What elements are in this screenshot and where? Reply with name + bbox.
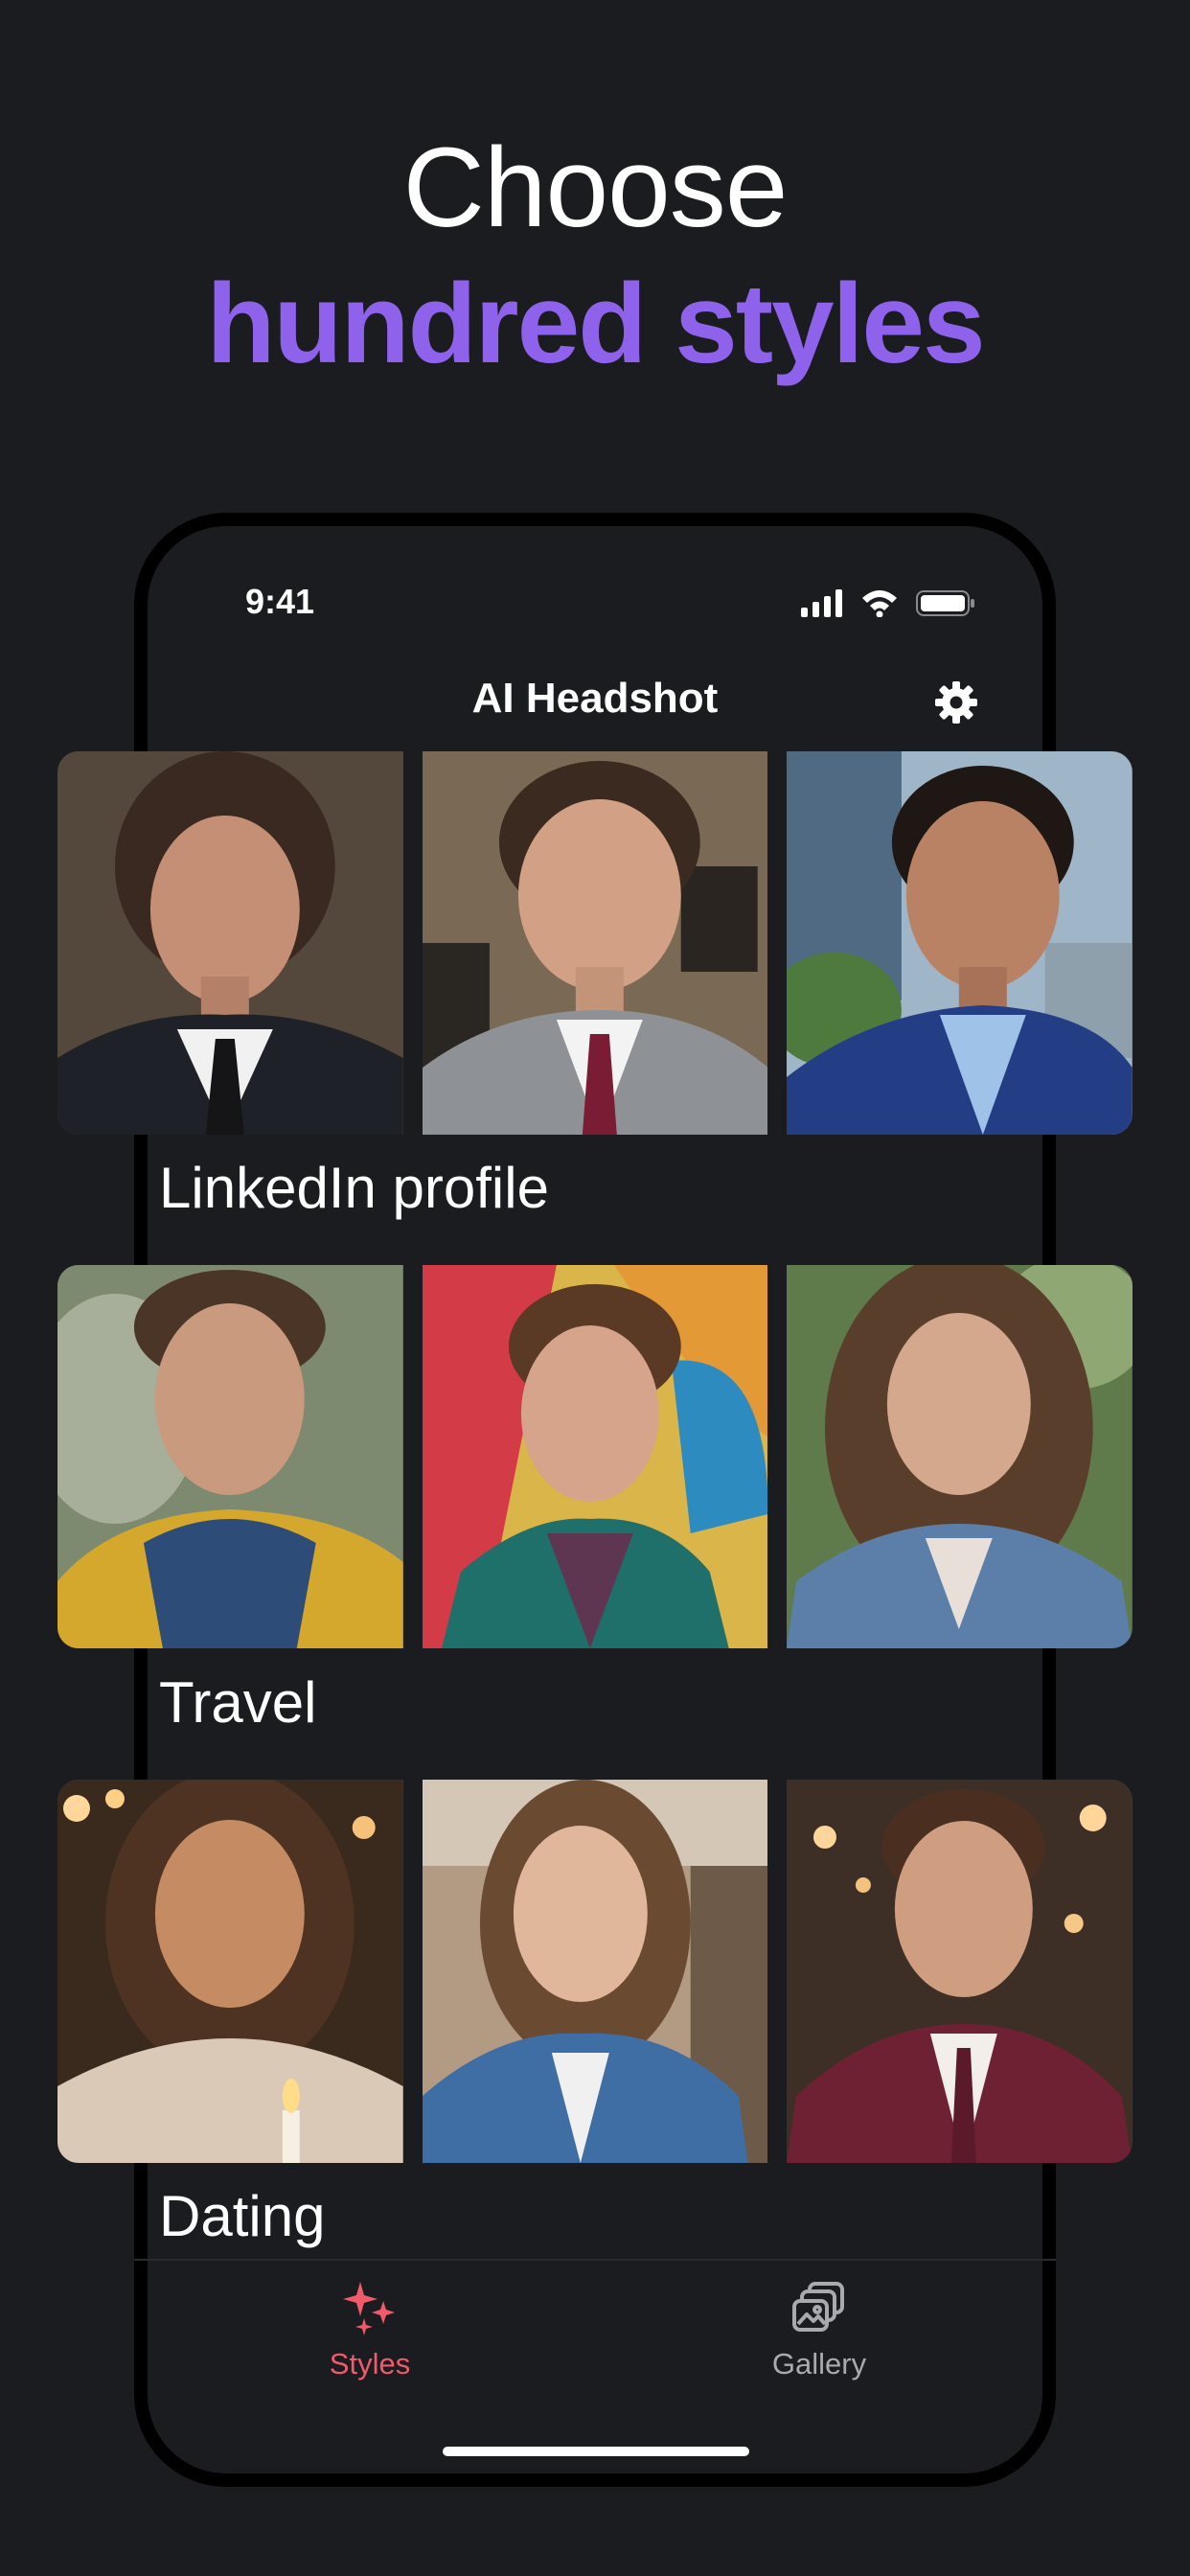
dating-photo-row[interactable] xyxy=(57,1780,1133,2163)
battery-icon xyxy=(916,590,974,616)
cellular-signal-icon xyxy=(801,589,842,617)
style-photo[interactable] xyxy=(422,1265,768,1648)
wifi-icon xyxy=(862,590,897,617)
style-photo[interactable] xyxy=(57,1780,403,2163)
tab-styles[interactable]: Styles xyxy=(245,2280,494,2395)
nav-title: AI Headshot xyxy=(471,675,719,722)
style-photo[interactable] xyxy=(57,1265,403,1648)
status-icons xyxy=(801,582,975,624)
sparkles-icon xyxy=(343,2282,395,2335)
travel-photo-row[interactable] xyxy=(57,1265,1133,1648)
settings-button[interactable] xyxy=(931,678,981,727)
home-indicator xyxy=(443,2447,749,2456)
section-label-dating[interactable]: Dating xyxy=(159,2183,325,2249)
style-photo[interactable] xyxy=(422,751,768,1135)
tab-gallery-label: Gallery xyxy=(771,2347,867,2380)
tab-gallery[interactable]: Gallery xyxy=(695,2280,944,2395)
section-label-travel[interactable]: Travel xyxy=(159,1669,316,1736)
photo-stack-icon xyxy=(792,2282,844,2332)
promo-page: Choose hundred styles 9:41 AI Headshot L… xyxy=(0,0,1190,2576)
linkedin-photo-row[interactable] xyxy=(57,751,1133,1135)
style-photo[interactable] xyxy=(422,1780,768,2163)
style-photo[interactable] xyxy=(57,751,403,1135)
headline-line-1: Choose xyxy=(402,125,789,251)
status-time: 9:41 xyxy=(245,582,315,621)
section-label-linkedin[interactable]: LinkedIn profile xyxy=(159,1155,549,1221)
style-photo[interactable] xyxy=(787,1780,1133,2163)
tab-styles-label: Styles xyxy=(329,2347,411,2380)
style-photo[interactable] xyxy=(787,1265,1133,1648)
tab-bar: Styles Gallery xyxy=(134,2259,1056,2412)
gear-icon xyxy=(935,681,977,724)
headline-line-2: hundred styles xyxy=(206,261,985,387)
style-photo[interactable] xyxy=(787,751,1133,1135)
